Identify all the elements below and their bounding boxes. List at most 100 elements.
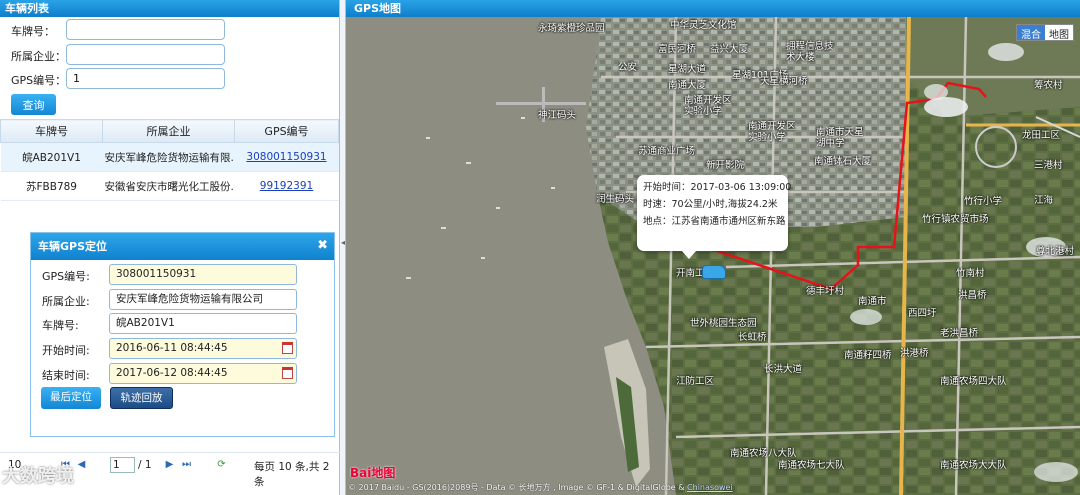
page-number-input[interactable]: 1 [110, 457, 135, 473]
map-label: 富民河桥 [658, 44, 697, 55]
total-pages: / 1 [138, 459, 152, 471]
map-label: 长洪大道 [764, 364, 803, 375]
map-label: 老洪昌桥 [940, 328, 979, 339]
dialog-company-field[interactable]: 安庆军峰危险货物运输有限公司 [109, 289, 297, 310]
gps-filter-row: GPS编号： [0, 68, 340, 90]
dialog-end-label: 结束时间: [42, 369, 90, 382]
column-header-plate[interactable]: 车牌号 [0, 119, 103, 143]
gps-filter-input[interactable] [66, 68, 225, 89]
map-label: 洪港桥 [900, 348, 929, 359]
refresh-icon[interactable]: ⟳ [216, 459, 227, 470]
satellite-map[interactable]: 永琦紫橙珍品园 中华灵芝文化馆 富民河桥 益兴大厦 拥程信息技术大楼 公安 星湖… [346, 17, 1080, 495]
info-location: 地点：江苏省南通市通州区新东路 [643, 216, 786, 227]
dialog-end-row: 结束时间: 2017-06-12 08:44:45 [31, 363, 336, 385]
dialog-company-row: 所属企业: 安庆军峰危险货物运输有限公司 [31, 289, 336, 311]
map-label: 新开影院 [706, 160, 745, 171]
cell-company: 安徽省安庆市曙光化工股份... [102, 171, 235, 201]
prev-page-icon[interactable]: ◀ [76, 459, 87, 470]
cell-plate: 皖AB201V1 [0, 142, 103, 172]
dialog-plate-row: 车牌号: 皖AB201V1 [31, 313, 336, 335]
map-label: 南通农场四大队 [940, 376, 1007, 387]
end-time-value: 2017-06-12 08:44:45 [116, 367, 228, 379]
map-label: 西四圩 [908, 308, 937, 319]
map-label: 永琦紫橙珍品园 [538, 23, 605, 34]
dialog-gps-label: GPS编号: [42, 270, 90, 283]
map-label: 龙田工区 [1022, 130, 1061, 141]
calendar-icon[interactable] [282, 367, 293, 379]
map-label: 南通农场大大队 [940, 460, 1007, 471]
dialog-start-row: 开始时间: 2016-06-11 08:44:45 [31, 338, 336, 360]
map-label: 竹行小学 [964, 196, 1003, 207]
vehicle-marker-icon[interactable] [702, 265, 726, 279]
copyright-text: © 2017 Baidu - GS(2016)2089号 - Data © 长地… [348, 483, 685, 492]
column-header-company[interactable]: 所属企业 [102, 119, 235, 143]
company-filter-row: 所属企业： [0, 44, 340, 66]
gps-map-panel: GPS地图 永琦紫橙珍品园 中华灵芝文化馆 富民河桥 益兴大厦 拥程信息技术大楼… [346, 0, 1080, 495]
vehicle-table: 车牌号 所属企业 GPS编号 皖AB201V1 安庆军峰危险货物运输有限... … [0, 119, 339, 201]
calendar-icon[interactable] [282, 342, 293, 354]
dialog-gps-field[interactable]: 308001150931 [109, 264, 297, 285]
plate-filter-input[interactable] [66, 19, 225, 40]
dialog-plate-field[interactable]: 皖AB201V1 [109, 313, 297, 334]
last-page-icon[interactable]: ⏭ [181, 459, 192, 470]
vehicle-info-window: 开始时间：2017-03-06 13:09:00 时速：70公里/小时,海拔24… [637, 175, 791, 259]
map-label: 星湖大道 [668, 64, 707, 75]
gps-link[interactable]: 308001150931 [246, 151, 326, 163]
start-time-field[interactable]: 2016-06-11 08:44:45 [109, 338, 297, 359]
map-imagery [346, 17, 1080, 495]
map-label: 南通钵石大厦 [814, 156, 872, 167]
map-label: 神江码头 [538, 110, 577, 121]
close-icon[interactable]: ✖ [317, 239, 328, 253]
baidu-logo: Bai地图 [350, 466, 396, 480]
dialog-gps-row: GPS编号: 308001150931 [31, 264, 336, 286]
next-page-icon[interactable]: ▶ [164, 459, 175, 470]
map-type-switch: 混合 地图 [1016, 24, 1074, 41]
cell-plate: 苏FBB789 [0, 171, 103, 201]
gps-location-dialog: 车辆GPS定位 ✖ GPS编号: 308001150931 所属企业: 安庆军峰… [30, 232, 335, 437]
map-label: 洪昌桥 [958, 290, 987, 301]
map-label: 润生码头 [596, 194, 635, 205]
map-label: 拥程信息技术大楼 [786, 41, 834, 63]
gps-filter-label: GPS编号： [11, 74, 67, 87]
table-header-row: 车牌号 所属企业 GPS编号 [0, 119, 339, 143]
map-copyright: © 2017 Baidu - GS(2016)2089号 - Data © 长地… [348, 482, 733, 493]
map-label: 南通籽四桥 [844, 350, 892, 361]
normal-map-button[interactable]: 地图 [1045, 25, 1073, 41]
map-title: GPS地图 [346, 0, 1080, 17]
map-label: 中华灵芝文化馆 [670, 20, 737, 31]
map-label: 竹行镇农贸市场 [922, 214, 989, 225]
dialog-plate-label: 车牌号: [42, 319, 79, 332]
map-label: 江防工区 [676, 376, 715, 387]
gps-link[interactable]: 99192391 [260, 180, 313, 192]
cell-gps: 308001150931 [234, 142, 339, 172]
table-row[interactable]: 苏FBB789 安徽省安庆市曙光化工股份... 99192391 [0, 171, 339, 201]
vehicle-list-panel: 车辆列表 车牌号： 所属企业： GPS编号： 查询 车牌号 所属企业 GPS编号… [0, 0, 340, 495]
info-speed: 时速：70公里/小时,海拔24.2米 [643, 199, 778, 210]
map-label: 南通开发区实验小学 [684, 95, 732, 117]
map-label: 南通开发区实验小学 [748, 121, 796, 143]
end-time-field[interactable]: 2017-06-12 08:44:45 [109, 363, 297, 384]
column-header-gps[interactable]: GPS编号 [234, 119, 339, 143]
map-label: 南通农场七大队 [778, 460, 845, 471]
copyright-link[interactable]: Chinasowei [687, 483, 733, 492]
company-filter-input[interactable] [66, 44, 225, 65]
cell-company: 安庆军峰危险货物运输有限... [102, 142, 235, 172]
plate-filter-label: 车牌号： [11, 25, 55, 38]
map-label: 公安 [618, 62, 638, 73]
map-label: 筹农村 [1034, 80, 1063, 91]
plate-filter-row: 车牌号： [0, 19, 340, 41]
map-label: 长虹桥 [738, 332, 767, 343]
cell-gps: 99192391 [234, 171, 339, 201]
map-label: 德丰圩村 [806, 286, 845, 297]
map-label: 南通市 [858, 296, 887, 307]
hybrid-map-button[interactable]: 混合 [1017, 25, 1045, 41]
query-button[interactable]: 查询 [11, 94, 56, 115]
company-filter-label: 所属企业： [11, 50, 66, 63]
collapse-arrow-icon[interactable]: ◂ [341, 238, 345, 247]
track-replay-button[interactable]: 轨迹回放 [110, 387, 173, 409]
map-label: 竹南村 [956, 268, 985, 279]
last-location-button[interactable]: 最后定位 [41, 387, 101, 409]
map-label: 江海 [1034, 195, 1054, 206]
table-row[interactable]: 皖AB201V1 安庆军峰危险货物运输有限... 308001150931 [0, 142, 339, 172]
dialog-title: 车辆GPS定位 [31, 233, 334, 260]
